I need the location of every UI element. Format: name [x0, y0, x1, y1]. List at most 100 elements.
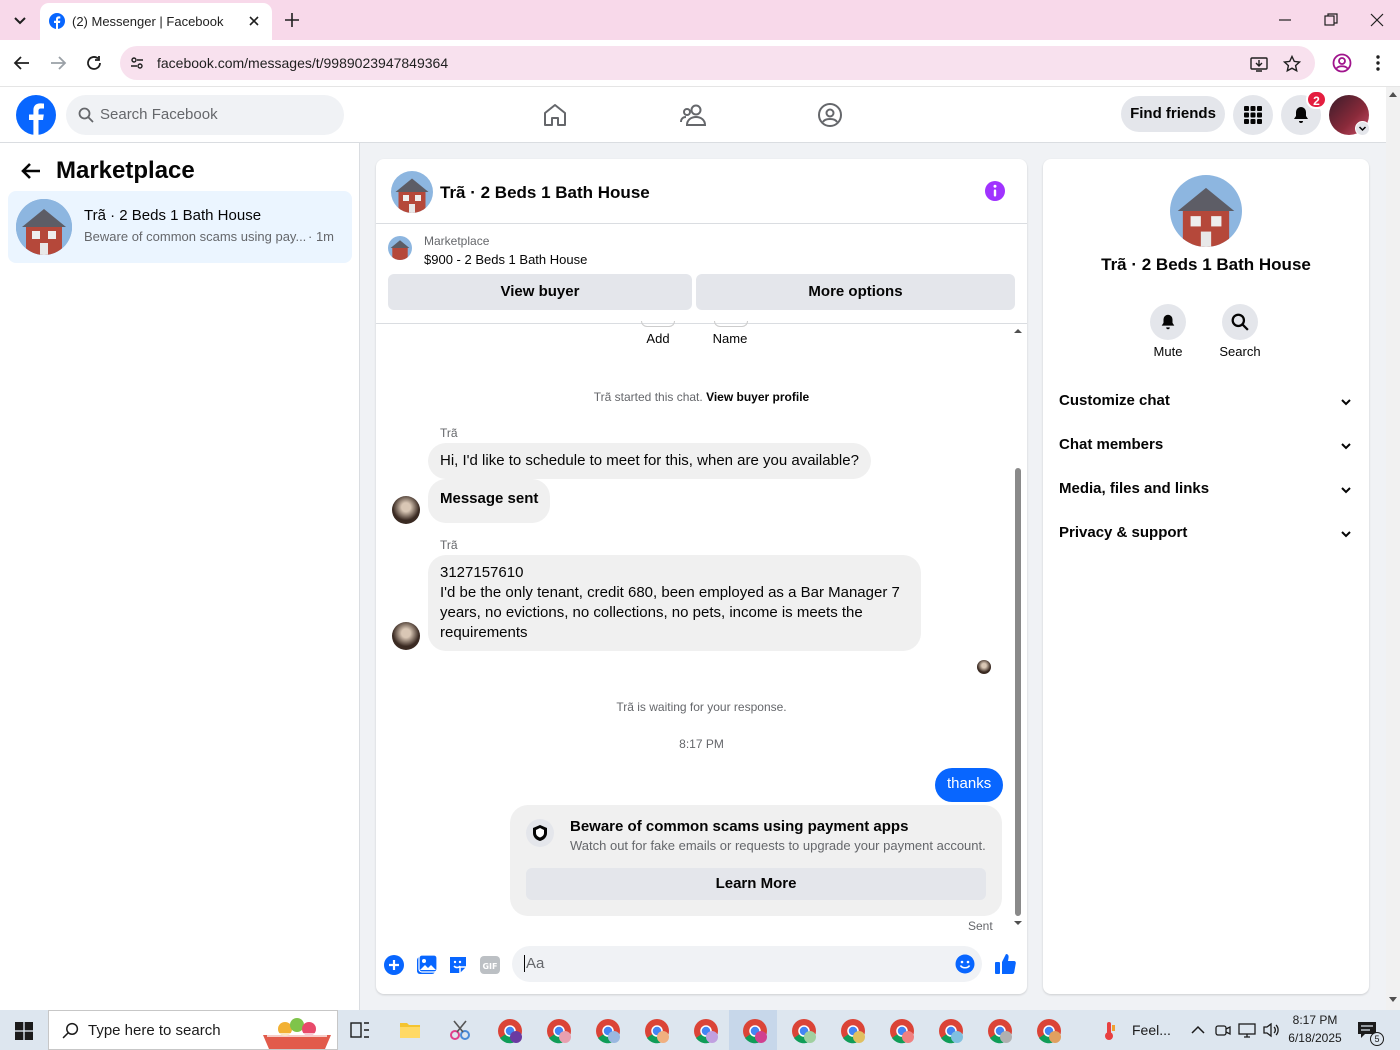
media-files-links-section[interactable]: Media, files and links: [1059, 480, 1353, 504]
browser-menu-icon[interactable]: [1370, 53, 1386, 73]
chrome-taskbar-icon[interactable]: [595, 1018, 621, 1044]
conversation-time: · 1m: [308, 229, 334, 244]
windows-start-icon[interactable]: [15, 1022, 33, 1040]
customize-chat-section[interactable]: Customize chat: [1059, 392, 1353, 416]
incoming-message[interactable]: 3127157610 I'd be the only tenant, credi…: [428, 555, 921, 651]
messages-scrollbar[interactable]: [1013, 325, 1023, 929]
volume-icon[interactable]: [1262, 1022, 1280, 1038]
profile-icon[interactable]: [1332, 53, 1352, 73]
snipping-tool-icon[interactable]: [448, 1018, 472, 1042]
details-avatar[interactable]: [1170, 175, 1242, 247]
account-chevron-icon[interactable]: [1355, 121, 1370, 136]
tab-title: (2) Messenger | Facebook: [72, 14, 224, 29]
search-highlight-icon: [257, 1013, 337, 1049]
incoming-message[interactable]: Hi, I'd like to schedule to meet for thi…: [428, 443, 871, 479]
search-in-chat-button[interactable]: [1222, 304, 1258, 340]
started-text: Trã started this chat.: [593, 390, 703, 404]
incoming-message[interactable]: Message sent: [428, 479, 551, 523]
outgoing-message[interactable]: thanks: [935, 768, 1004, 802]
chrome-taskbar-icon-active[interactable]: [742, 1018, 768, 1044]
name-button-partial[interactable]: [714, 321, 748, 327]
message-line: 3127157610: [440, 564, 524, 581]
sender-avatar[interactable]: [392, 496, 420, 524]
minimize-window-icon[interactable]: [1277, 12, 1293, 28]
find-friends-button[interactable]: Find friends: [1121, 96, 1225, 132]
taskbar-search-input[interactable]: Type here to search: [48, 1010, 338, 1050]
conversation-item[interactable]: Trã · 2 Beds 1 Bath House Beware of comm…: [8, 191, 352, 263]
sticker-icon[interactable]: [447, 954, 469, 976]
tab-search-icon[interactable]: [8, 8, 32, 32]
close-tab-icon[interactable]: [246, 13, 262, 29]
like-thumb-icon[interactable]: [993, 952, 1017, 976]
search-placeholder: Search Facebook: [100, 106, 218, 123]
menu-grid-button[interactable]: [1233, 95, 1273, 135]
chrome-taskbar-icon[interactable]: [693, 1018, 719, 1044]
install-app-icon[interactable]: [1250, 55, 1268, 73]
chrome-taskbar-icon[interactable]: [987, 1018, 1013, 1044]
attach-photo-icon[interactable]: [416, 954, 438, 976]
message-input[interactable]: Aa: [512, 946, 982, 982]
emoji-icon[interactable]: [955, 954, 975, 974]
more-actions-plus-icon[interactable]: [383, 954, 405, 976]
restore-window-icon[interactable]: [1323, 12, 1339, 28]
grid-icon: [1244, 106, 1262, 124]
chat-avatar[interactable]: [391, 171, 433, 213]
chrome-taskbar-icon[interactable]: [1036, 1018, 1062, 1044]
chrome-taskbar-icon[interactable]: [497, 1018, 523, 1044]
browser-tab-active[interactable]: (2) Messenger | Facebook: [40, 3, 272, 40]
bell-icon: [1161, 314, 1175, 330]
new-tab-icon[interactable]: [283, 11, 301, 29]
more-options-button[interactable]: More options: [696, 274, 1015, 310]
add-button-partial[interactable]: [641, 321, 675, 327]
listing-title[interactable]: $900 - 2 Beds 1 Bath House: [424, 252, 587, 267]
task-view-icon[interactable]: [350, 1021, 370, 1039]
view-buyer-profile-link[interactable]: View buyer profile: [706, 390, 809, 404]
gif-icon[interactable]: GIF: [479, 954, 501, 976]
clock-date[interactable]: 6/18/2025: [1285, 1031, 1345, 1045]
network-icon[interactable]: [1238, 1022, 1256, 1038]
chrome-taskbar-icon[interactable]: [644, 1018, 670, 1044]
svg-text:GIF: GIF: [482, 962, 497, 971]
learn-more-button[interactable]: Learn More: [526, 868, 986, 900]
file-explorer-icon[interactable]: [399, 1020, 421, 1040]
page-scrollbar[interactable]: [1386, 87, 1400, 1010]
sender-avatar[interactable]: [392, 622, 420, 650]
home-icon[interactable]: [542, 102, 568, 128]
view-buyer-button[interactable]: View buyer: [388, 274, 692, 310]
shield-icon: [526, 819, 554, 847]
close-window-icon[interactable]: [1369, 12, 1385, 28]
mute-button[interactable]: [1150, 304, 1186, 340]
chrome-taskbar-icon[interactable]: [889, 1018, 915, 1044]
reload-icon[interactable]: [85, 54, 103, 72]
chat-header: Trã · 2 Beds 1 Bath House: [376, 159, 1027, 224]
info-icon[interactable]: [984, 180, 1006, 202]
address-bar[interactable]: facebook.com/messages/t/9989023947849364: [120, 46, 1315, 80]
back-icon[interactable]: [13, 54, 31, 72]
bookmark-star-icon[interactable]: [1283, 55, 1301, 73]
message-sender: Trã: [440, 538, 458, 552]
weather-text[interactable]: Feel...: [1132, 1022, 1171, 1038]
chat-members-section[interactable]: Chat members: [1059, 436, 1353, 460]
groups-icon[interactable]: [817, 102, 843, 128]
search-label: Search: [1219, 344, 1261, 359]
back-arrow-icon[interactable]: [20, 161, 42, 181]
facebook-logo-icon[interactable]: [16, 95, 56, 135]
chat-title[interactable]: Trã · 2 Beds 1 Bath House: [440, 183, 650, 203]
chrome-taskbar-icon[interactable]: [546, 1018, 572, 1044]
forward-icon[interactable]: [49, 54, 67, 72]
weather-thermometer-icon[interactable]: [1101, 1021, 1117, 1041]
tray-chevron-up-icon[interactable]: [1190, 1023, 1206, 1037]
chrome-taskbar-icon[interactable]: [938, 1018, 964, 1044]
chrome-taskbar-icon[interactable]: [791, 1018, 817, 1044]
conversation-preview: Beware of common scams using pay...: [84, 229, 307, 244]
add-label[interactable]: Add: [638, 331, 678, 346]
privacy-support-section[interactable]: Privacy & support: [1059, 524, 1353, 548]
friends-icon[interactable]: [680, 102, 708, 128]
chat-started-notice: Trã started this chat. View buyer profil…: [376, 390, 1027, 404]
chrome-taskbar-icon[interactable]: [840, 1018, 866, 1044]
clock-time[interactable]: 8:17 PM: [1287, 1013, 1343, 1027]
site-info-icon[interactable]: [129, 55, 145, 71]
meet-now-icon[interactable]: [1215, 1022, 1231, 1038]
facebook-search-input[interactable]: Search Facebook: [66, 95, 344, 135]
name-label[interactable]: Name: [710, 331, 750, 346]
